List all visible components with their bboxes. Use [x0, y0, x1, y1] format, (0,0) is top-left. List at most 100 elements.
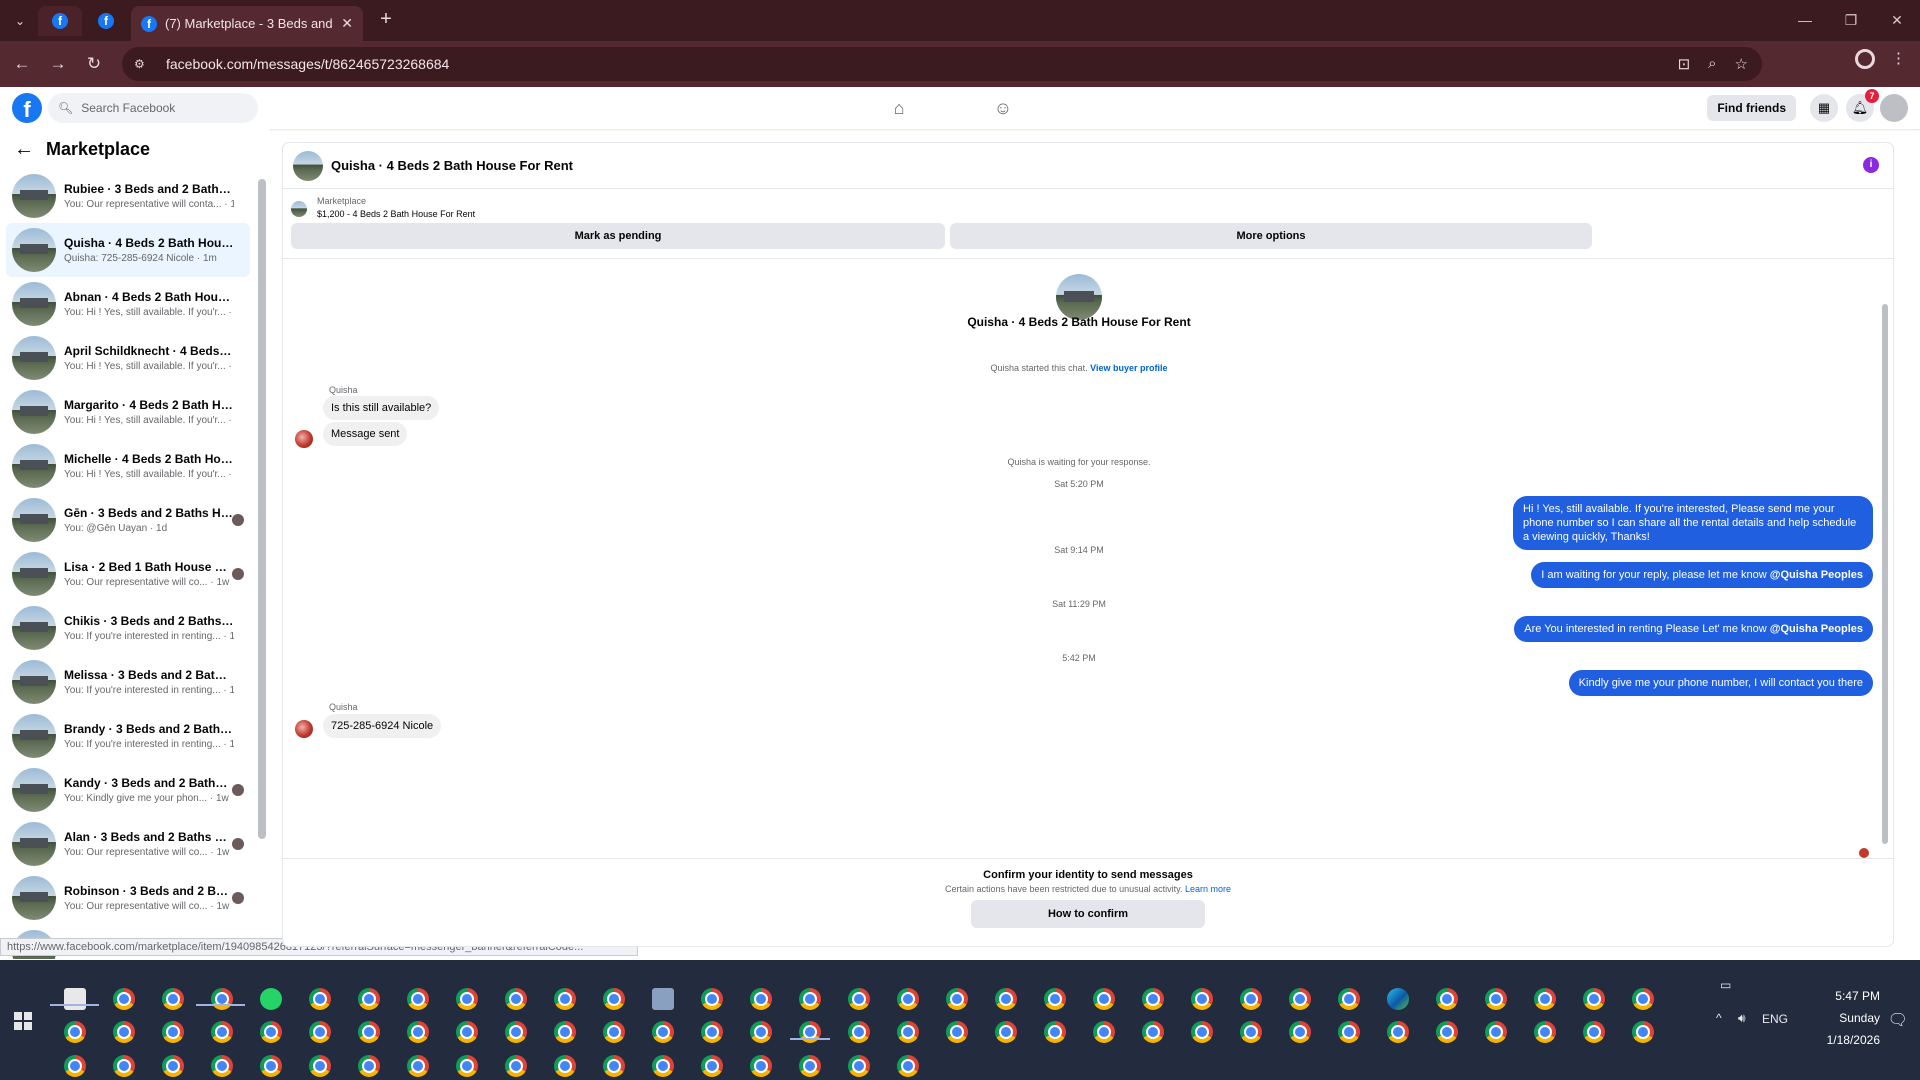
- sidebar-scrollbar[interactable]: [258, 169, 266, 959]
- install-app-icon[interactable]: ⊡: [1678, 55, 1691, 73]
- chrome-icon[interactable]: [211, 1021, 233, 1043]
- chrome-icon[interactable]: [407, 988, 429, 1010]
- minimize-button[interactable]: —: [1782, 0, 1828, 40]
- chat-title[interactable]: Quisha · 4 Beds 2 Bath House For Rent: [331, 158, 573, 173]
- chrome-icon[interactable]: [897, 1055, 919, 1077]
- chrome-icon[interactable]: [309, 1021, 331, 1043]
- chrome-icon[interactable]: [701, 1021, 723, 1043]
- find-friends-button[interactable]: Find friends: [1707, 95, 1796, 121]
- bookmark-star-icon[interactable]: ☆: [1735, 55, 1748, 73]
- clock-time[interactable]: 5:47 PM: [1835, 989, 1880, 1003]
- chrome-icon[interactable]: [848, 1055, 870, 1077]
- clock-day[interactable]: Sunday: [1839, 1011, 1880, 1025]
- home-icon[interactable]: ⌂: [888, 97, 910, 119]
- facebook-logo[interactable]: f: [12, 93, 42, 123]
- chrome-icon[interactable]: [1044, 988, 1066, 1010]
- mark-pending-button[interactable]: Mark as pending: [291, 223, 945, 249]
- new-tab-button[interactable]: +: [374, 8, 398, 31]
- chrome-icon[interactable]: [358, 1021, 380, 1043]
- conversation-item[interactable]: Lisa · 2 Bed 1 Bath House For ... You: Ou…: [6, 547, 250, 601]
- chrome-icon[interactable]: [1534, 988, 1556, 1010]
- thread-scrollbar[interactable]: [1881, 266, 1889, 864]
- chrome-icon[interactable]: [946, 1021, 968, 1043]
- listing-avatar[interactable]: [293, 150, 323, 181]
- chrome-icon[interactable]: [848, 1021, 870, 1043]
- chrome-icon[interactable]: [505, 1021, 527, 1043]
- chrome-icon[interactable]: [64, 1021, 86, 1043]
- chrome-icon[interactable]: [64, 1055, 86, 1077]
- chrome-icon[interactable]: [701, 1055, 723, 1077]
- chrome-icon[interactable]: [1485, 1021, 1507, 1043]
- back-arrow-icon[interactable]: ←: [14, 138, 34, 161]
- forward-button[interactable]: →: [46, 52, 70, 76]
- incoming-message[interactable]: 725-285-6924 Nicole: [323, 714, 442, 738]
- how-to-confirm-button[interactable]: How to confirm: [971, 900, 1205, 928]
- back-button[interactable]: ←: [10, 52, 34, 76]
- listing-thumbnail[interactable]: [291, 201, 307, 217]
- chrome-icon[interactable]: [1436, 988, 1458, 1010]
- learn-more-link[interactable]: Learn more: [1185, 884, 1231, 894]
- browser-menu-icon[interactable]: ⋮: [1891, 49, 1906, 69]
- facebook-search[interactable]: 🔍︎: [48, 93, 258, 123]
- quisha-avatar[interactable]: [295, 720, 313, 738]
- chrome-icon[interactable]: [750, 1055, 772, 1077]
- chrome-icon[interactable]: [1191, 988, 1213, 1010]
- site-info-icon[interactable]: ⚙: [134, 57, 154, 71]
- notifications-center-icon[interactable]: 🗨︎: [1888, 1010, 1908, 1030]
- chrome-icon[interactable]: [1093, 1021, 1115, 1043]
- reload-button[interactable]: ↻: [82, 52, 106, 76]
- tab-marketplace[interactable]: f (7) Marketplace - 3 Beds and 2 ✕: [131, 6, 363, 41]
- chrome-icon[interactable]: [260, 1021, 282, 1043]
- chrome-icon[interactable]: [260, 1055, 282, 1077]
- app-icon[interactable]: [64, 988, 86, 1010]
- chrome-icon[interactable]: [554, 988, 576, 1010]
- chrome-icon[interactable]: [162, 1021, 184, 1043]
- incoming-message[interactable]: Message sent: [323, 422, 408, 446]
- app-icon[interactable]: [652, 988, 674, 1010]
- view-buyer-profile-link[interactable]: View buyer profile: [1090, 363, 1167, 373]
- chrome-icon[interactable]: [456, 988, 478, 1010]
- chrome-icon[interactable]: [1583, 1021, 1605, 1043]
- chrome-icon[interactable]: [995, 1021, 1017, 1043]
- chrome-icon[interactable]: [1093, 988, 1115, 1010]
- mention-link[interactable]: @Quisha Peoples: [1770, 569, 1863, 581]
- restore-button[interactable]: ❐: [1828, 0, 1874, 40]
- groups-icon[interactable]: ☺: [992, 97, 1014, 119]
- conversation-item[interactable]: Kandy · 3 Beds and 2 Baths H... You: Kind…: [6, 763, 250, 817]
- chrome-icon[interactable]: [701, 988, 723, 1010]
- chrome-icon[interactable]: [652, 1021, 674, 1043]
- chrome-icon[interactable]: [1044, 1021, 1066, 1043]
- more-options-button[interactable]: More options: [950, 223, 1592, 249]
- edge-icon[interactable]: [1387, 988, 1409, 1010]
- chrome-icon[interactable]: [603, 988, 625, 1010]
- info-icon[interactable]: i: [1863, 157, 1879, 173]
- chrome-icon[interactable]: [750, 1021, 772, 1043]
- conversation-item[interactable]: Rubiee · 3 Beds and 2 Baths Ho... You: Ou…: [6, 169, 250, 223]
- chrome-icon[interactable]: [358, 988, 380, 1010]
- chrome-icon[interactable]: [1534, 1021, 1556, 1043]
- zoom-icon[interactable]: ⌕: [1708, 55, 1716, 73]
- chrome-icon[interactable]: [1436, 1021, 1458, 1043]
- windows-start-icon[interactable]: [14, 1012, 32, 1030]
- conversation-item[interactable]: Chikis · 3 Beds and 2 Baths Hou... You: I…: [6, 601, 250, 655]
- chrome-icon[interactable]: [1632, 1021, 1654, 1043]
- show-hidden-icons-chevron-icon[interactable]: ^: [1716, 1011, 1722, 1025]
- conversation-item[interactable]: April Schildknecht · 4 Beds 2 Ba... You: …: [6, 331, 250, 385]
- chrome-icon[interactable]: [652, 1055, 674, 1077]
- chrome-icon[interactable]: [1338, 1021, 1360, 1043]
- chrome-icon[interactable]: [1387, 1021, 1409, 1043]
- menu-grid-icon[interactable]: ▦: [1810, 94, 1838, 122]
- thread-listing-avatar[interactable]: [1056, 274, 1102, 320]
- tab-search-icon[interactable]: ⌄: [8, 9, 32, 33]
- conversation-item[interactable]: Brandy · 3 Beds and 2 Baths Ho... You: If…: [6, 709, 250, 763]
- display-icon[interactable]: ▭: [1720, 978, 1731, 992]
- chrome-icon[interactable]: [162, 1055, 184, 1077]
- outgoing-message[interactable]: Kindly give me your phone number, I will…: [1568, 670, 1873, 696]
- conversation-item[interactable]: Alan · 3 Beds and 2 Baths Ho... You: Our …: [6, 817, 250, 871]
- search-input[interactable]: [81, 101, 232, 115]
- browser-profile-icon[interactable]: [1855, 49, 1875, 69]
- chrome-icon[interactable]: [1142, 988, 1164, 1010]
- chrome-icon[interactable]: [1289, 1021, 1311, 1043]
- quisha-avatar[interactable]: [295, 430, 313, 448]
- incoming-message[interactable]: Is this still available?: [323, 396, 440, 420]
